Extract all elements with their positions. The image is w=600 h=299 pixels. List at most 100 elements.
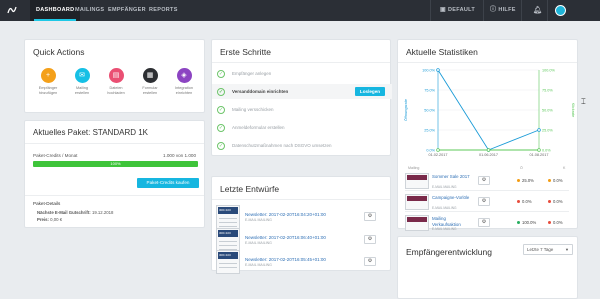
integration-icon: ◈ bbox=[176, 68, 192, 83]
package-panel: Aktuelles Paket: STANDARD 1K Paket-Credi… bbox=[24, 120, 205, 228]
step-item[interactable]: ✓ Empfänger anlegen bbox=[212, 66, 392, 81]
check-circle-icon: ✓ bbox=[217, 69, 225, 78]
package-details-title: Paket-Details bbox=[33, 201, 61, 206]
help-button[interactable]: ⓘ HILFE bbox=[490, 0, 516, 21]
draft-type: E-MAIL MAILING bbox=[245, 218, 272, 222]
check-circle-icon: ✓ bbox=[217, 105, 225, 114]
nav-empfaenger[interactable]: EMPFÄNGER bbox=[108, 0, 146, 21]
data-point bbox=[537, 148, 541, 152]
x-tick-label: 01.08.2017 bbox=[529, 153, 548, 157]
step-item[interactable]: ✓ Datenschutzmaßnahmen nach DSGVO umsetze… bbox=[212, 138, 392, 153]
step-label: Empfänger anlegen bbox=[232, 71, 272, 76]
nav-divider bbox=[547, 0, 548, 21]
open-rate: 100.0% bbox=[517, 220, 536, 225]
quick-action-setup-integration[interactable]: ◈ Integration einrichten bbox=[169, 68, 199, 96]
user-avatar[interactable] bbox=[555, 5, 566, 16]
divider bbox=[212, 62, 390, 63]
open-rate: 25.0% bbox=[517, 178, 534, 183]
account-icon: ▣ bbox=[440, 7, 446, 13]
draft-title[interactable]: Newsletter: 2017-02-20T16:04:20+01:00 bbox=[245, 212, 326, 217]
file-upload-icon: ▤ bbox=[108, 68, 124, 83]
time-range-select[interactable]: Letzte 7 Tage ▼ bbox=[523, 244, 573, 255]
next-credit-label: Nächste E-Mail Gutschrift: bbox=[37, 210, 91, 215]
user-plus-icon: + bbox=[40, 68, 56, 83]
mailing-name[interactable]: Campaigne-Vorlöle bbox=[432, 195, 474, 201]
mailing-type: E-MAIL MAILING bbox=[432, 185, 457, 189]
credits-progress-bar: 100% bbox=[33, 161, 198, 167]
help-icon: ⓘ bbox=[490, 7, 497, 13]
drafts-panel: Letzte Entwürfe 300×100 Newsletter: 2017… bbox=[211, 176, 391, 274]
y-tick-label-left: 50.0% bbox=[424, 108, 435, 112]
quick-action-create-form[interactable]: ▦ Formular erstellen bbox=[135, 68, 165, 96]
price-row: Preis: 0,00 € bbox=[37, 217, 62, 222]
default-account-button[interactable]: ▣ DEFAULT bbox=[440, 0, 475, 21]
app-logo-icon[interactable] bbox=[6, 4, 18, 16]
click-rate: 0.0% bbox=[548, 220, 563, 225]
stats-row[interactable]: Sommer Sale 2017 E-MAIL MAILING ⚙ 25.0% … bbox=[405, 171, 569, 191]
step-item[interactable]: ✓ Anmeldeformular erstellen bbox=[212, 120, 392, 135]
notifications-bell-icon[interactable]: 🔔︎ bbox=[533, 0, 542, 21]
nav-mailings[interactable]: MAILINGS bbox=[75, 0, 104, 21]
quick-action-label: Dateien bbox=[109, 86, 123, 90]
stats-row[interactable]: Campaigne-Vorlöle E-MAIL MAILING ⚙ 0.0% … bbox=[405, 192, 569, 212]
step-label: Anmeldeformular erstellen bbox=[232, 125, 285, 130]
y-tick-label-left: 75.0% bbox=[424, 88, 435, 92]
nav-divider bbox=[483, 0, 484, 21]
check-circle-icon: ✓ bbox=[217, 123, 225, 132]
step-item[interactable]: ✓ Versanddomain einrichten Loslegen bbox=[212, 84, 392, 99]
draft-item[interactable]: 300×100 Newsletter: 2017-02-20T16:05:45+… bbox=[212, 248, 392, 276]
mailing-thumbnail bbox=[405, 194, 429, 210]
data-point bbox=[486, 148, 491, 152]
click-rate-value: 0.0% bbox=[553, 178, 563, 183]
mailing-name[interactable]: Sommer Sale 2017 bbox=[432, 174, 474, 180]
mailing-thumbnail bbox=[405, 173, 429, 189]
nav-dashboard[interactable]: DASHBOARD bbox=[30, 0, 81, 21]
nav-divider bbox=[430, 0, 431, 21]
panel-title: Empfängerentwicklung bbox=[406, 247, 492, 257]
nav-divider bbox=[521, 0, 522, 21]
credits-progress-fill: 100% bbox=[33, 161, 198, 167]
gear-icon[interactable]: ⚙ bbox=[364, 257, 376, 266]
stats-row[interactable]: Mailing Verkaufsaktion E-MAIL MAILING ⚙ … bbox=[405, 213, 569, 233]
divider bbox=[212, 199, 390, 200]
gear-icon[interactable]: ⚙ bbox=[478, 176, 490, 185]
draft-type: E-MAIL MAILING bbox=[245, 263, 272, 267]
quick-actions-panel: Quick Actions + Empfänger hinzufügen ✉ Ma… bbox=[24, 39, 205, 113]
draft-title[interactable]: Newsletter: 2017-02-20T16:06:40+01:00 bbox=[245, 235, 326, 240]
step-item[interactable]: ✓ Mailing versschicken bbox=[212, 102, 392, 117]
credits-label: Paket-Credits / Monat bbox=[33, 153, 78, 158]
open-rate-value: 100.0% bbox=[522, 220, 537, 225]
quick-action-label: hochladen bbox=[107, 91, 125, 95]
gear-icon[interactable]: ⚙ bbox=[478, 197, 490, 206]
quick-action-upload-files[interactable]: ▤ Dateien hochladen bbox=[101, 68, 131, 96]
quick-action-add-recipient[interactable]: + Empfänger hinzufügen bbox=[33, 68, 63, 96]
y-tick-label-left: 0.0% bbox=[426, 148, 435, 152]
gear-icon[interactable]: ⚙ bbox=[364, 212, 376, 221]
x-tick-label: 01.02.2017 bbox=[428, 153, 447, 157]
nav-reports[interactable]: REPORTS bbox=[149, 0, 178, 21]
open-rate-value: 0.0% bbox=[522, 199, 532, 204]
panel-title: Letzte Entwürfe bbox=[220, 184, 280, 194]
column-header-click: K bbox=[563, 166, 566, 170]
status-dot bbox=[548, 200, 551, 204]
click-rate-value: 0.0% bbox=[553, 220, 563, 225]
envelope-icon: ✉ bbox=[74, 68, 90, 83]
credits-value: 1.000 von 1.000 bbox=[163, 153, 196, 158]
gear-icon[interactable]: ⚙ bbox=[478, 218, 490, 227]
quick-action-create-mailing[interactable]: ✉ Mailing erstellen bbox=[67, 68, 97, 96]
recipient-growth-panel: Empfängerentwicklung Letzte 7 Tage ▼ bbox=[397, 236, 578, 299]
mailing-name[interactable]: Mailing Verkaufsaktion bbox=[432, 216, 474, 227]
step-label: Mailing versschicken bbox=[232, 107, 274, 112]
y-tick-label-left: 25.0% bbox=[424, 128, 435, 132]
quick-action-label: Formular bbox=[142, 86, 158, 90]
quick-action-label: einrichten bbox=[175, 91, 193, 95]
buy-credits-button[interactable]: Paket-Credits kaufen bbox=[137, 178, 199, 188]
y-tick-label-right: 75.0% bbox=[542, 88, 553, 92]
data-point bbox=[537, 128, 541, 132]
price-label: Preis: bbox=[37, 217, 49, 222]
draft-title[interactable]: Newsletter: 2017-02-20T16:05:45+01:00 bbox=[245, 257, 326, 262]
status-dot bbox=[548, 179, 551, 183]
gear-icon[interactable]: ⚙ bbox=[364, 235, 376, 244]
quick-action-label: erstellen bbox=[74, 91, 90, 95]
start-step-button[interactable]: Loslegen bbox=[355, 87, 385, 96]
